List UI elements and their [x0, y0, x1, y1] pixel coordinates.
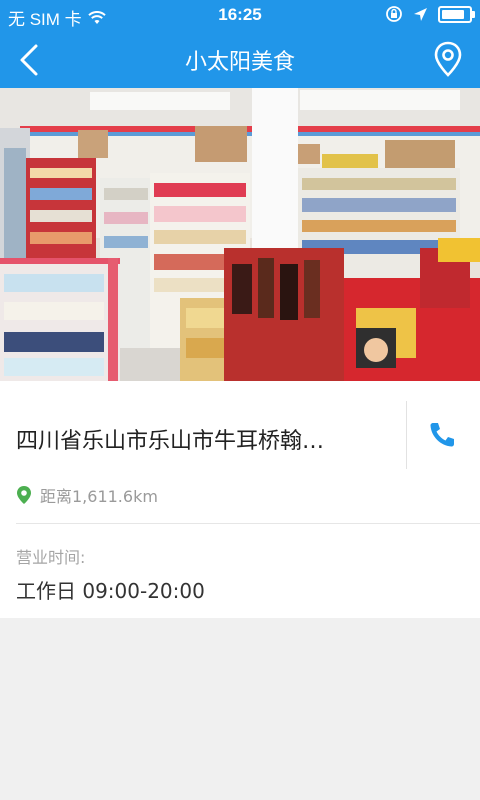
horizontal-divider	[16, 523, 480, 524]
phone-icon	[430, 423, 454, 447]
store-photo-image	[0, 88, 480, 381]
vertical-divider	[406, 401, 407, 469]
map-pin-icon	[17, 486, 31, 504]
business-hours-value: 工作日 09:00-20:00	[16, 579, 205, 603]
store-info-card: 四川省乐山市乐山市牛耳桥翰… 距离1,611.6km 营业时间: 工作日 09:…	[0, 381, 480, 618]
call-button[interactable]	[424, 417, 464, 453]
location-arrow-icon	[414, 7, 427, 21]
store-photo	[0, 88, 480, 381]
page-title: 小太阳美食	[184, 50, 295, 75]
nav-bar: 小太阳美食	[0, 30, 480, 88]
map-location-button[interactable]	[432, 40, 464, 78]
status-right	[385, 5, 475, 23]
rotation-lock-icon	[386, 6, 402, 22]
distance-row: 距离1,611.6km	[16, 483, 158, 507]
business-hours-label: 营业时间:	[16, 548, 86, 567]
location-pin-icon	[434, 41, 462, 77]
status-bar: 无 SIM 卡 16:25	[0, 0, 480, 30]
battery-icon	[438, 5, 475, 23]
store-address: 四川省乐山市乐山市牛耳桥翰…	[16, 429, 325, 454]
distance-text: 距离1,611.6km	[40, 487, 158, 506]
